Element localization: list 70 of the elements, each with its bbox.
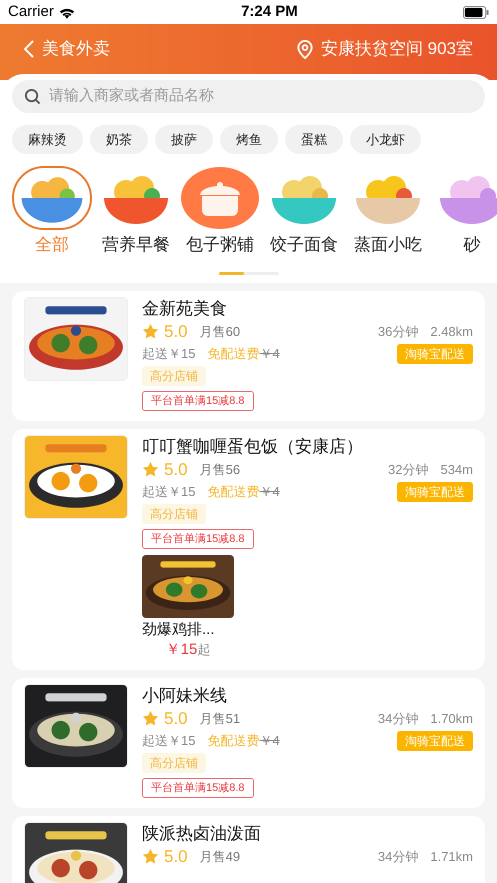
- store-card[interactable]: 陕派热卤油泼面 5.0 月售49 34分钟 1.71km: [12, 816, 485, 883]
- delivery-badge: 淘骑宝配送: [397, 730, 473, 750]
- store-card[interactable]: 叮叮蟹咖喱蛋包饭（安康店） 5.0 月售56 32分钟 534m 起送￥15 免配送费￥4 淘骑宝配送 高分店铺 平台首单满15减8.8 劲爆鸡排... ￥15起: [12, 428, 485, 670]
- store-card[interactable]: 小阿妹米线 5.0 月售51 34分钟 1.70km 起送￥15 免配送费￥4 淘骑宝配送 高分店铺 平台首单满15减8.8: [12, 678, 485, 808]
- monthly-sales: 月售56: [200, 460, 240, 478]
- category-item[interactable]: 包子粥铺: [180, 166, 260, 258]
- tag-chip[interactable]: 蛋糕: [285, 125, 343, 154]
- delivery-time: 34分钟: [378, 710, 418, 728]
- star-icon: [142, 461, 159, 478]
- minimum-order: 起送￥15: [142, 482, 196, 500]
- back-icon: [24, 40, 34, 58]
- distance: 2.48km: [430, 322, 473, 340]
- monthly-sales: 月售49: [200, 848, 240, 866]
- delivery-badge: 淘骑宝配送: [397, 482, 473, 502]
- high-score-badge: 高分店铺: [142, 366, 206, 386]
- category-item[interactable]: 砂: [432, 166, 497, 258]
- pot-icon: [180, 166, 260, 230]
- category-item[interactable]: 蒸面小吃: [348, 166, 428, 258]
- star-icon: [142, 323, 159, 340]
- free-delivery-label: 免配送费: [207, 482, 260, 500]
- monthly-sales: 月售60: [200, 322, 240, 340]
- tag-chip[interactable]: 小龙虾: [350, 125, 421, 154]
- product-price: ￥15: [166, 640, 198, 660]
- store-card[interactable]: 金新苑美食 5.0 月售60 36分钟 2.48km 起送￥15 免配送费￥4 淘骑宝配送 高分店铺 平台首单满15减8.8: [12, 290, 485, 420]
- store-name: 陕派热卤油泼面: [142, 822, 261, 844]
- category-item[interactable]: 营养早餐: [96, 166, 176, 258]
- delivery-time: 32分钟: [388, 460, 428, 478]
- original-delivery-fee: ￥4: [259, 344, 280, 362]
- high-score-badge: 高分店铺: [142, 504, 206, 524]
- high-score-badge: 高分店铺: [142, 752, 206, 772]
- free-delivery-label: 免配送费: [207, 732, 260, 750]
- battery-icon: [462, 6, 489, 18]
- distance: 534m: [440, 460, 473, 478]
- free-delivery-label: 免配送费: [207, 344, 260, 362]
- original-delivery-fee: ￥4: [259, 732, 280, 750]
- tag-chip[interactable]: 麻辣烫: [12, 125, 83, 154]
- search-field[interactable]: 请输入商家或者商品名称: [12, 80, 485, 113]
- delivery-time: 36分钟: [378, 322, 418, 340]
- search-input[interactable]: 请输入商家或者商品名称: [49, 85, 473, 108]
- location-pin-icon: [296, 40, 313, 58]
- search-icon: [24, 88, 41, 105]
- delivery-badge: 淘骑宝配送: [397, 344, 473, 364]
- original-delivery-fee: ￥4: [259, 482, 280, 500]
- promo-badge: 平台首单满15减8.8: [142, 528, 254, 548]
- distance: 1.70km: [430, 710, 473, 728]
- carrier-label: Carrier: [8, 2, 54, 22]
- tag-chip[interactable]: 奶茶: [90, 125, 148, 154]
- delivery-time: 34分钟: [378, 848, 418, 866]
- category-item[interactable]: 饺子面食: [264, 166, 344, 258]
- status-time: 7:24 PM: [241, 2, 298, 22]
- distance: 1.71km: [430, 848, 473, 866]
- tag-chip[interactable]: 披萨: [155, 125, 213, 154]
- star-icon: [142, 710, 159, 727]
- promo-badge: 平台首单满15减8.8: [142, 778, 254, 798]
- product-name: 劲爆鸡排...: [142, 620, 215, 640]
- promo-badge: 平台首单满15减8.8: [142, 390, 254, 410]
- rating-value: 5.0: [164, 708, 188, 728]
- rating-value: 5.0: [164, 322, 188, 342]
- minimum-order: 起送￥15: [142, 344, 196, 362]
- star-icon: [142, 848, 159, 865]
- store-name: 金新苑美食: [142, 298, 227, 320]
- price-suffix: 起: [197, 640, 210, 658]
- rating-value: 5.0: [164, 460, 188, 480]
- scroll-indicator: [218, 272, 278, 274]
- minimum-order: 起送￥15: [142, 732, 196, 750]
- rating-value: 5.0: [164, 846, 188, 866]
- store-name: 叮叮蟹咖喱蛋包饭（安康店）: [142, 436, 363, 458]
- store-name: 小阿妹米线: [142, 684, 227, 706]
- monthly-sales: 月售51: [200, 710, 240, 728]
- tag-chip[interactable]: 烤鱼: [220, 125, 278, 154]
